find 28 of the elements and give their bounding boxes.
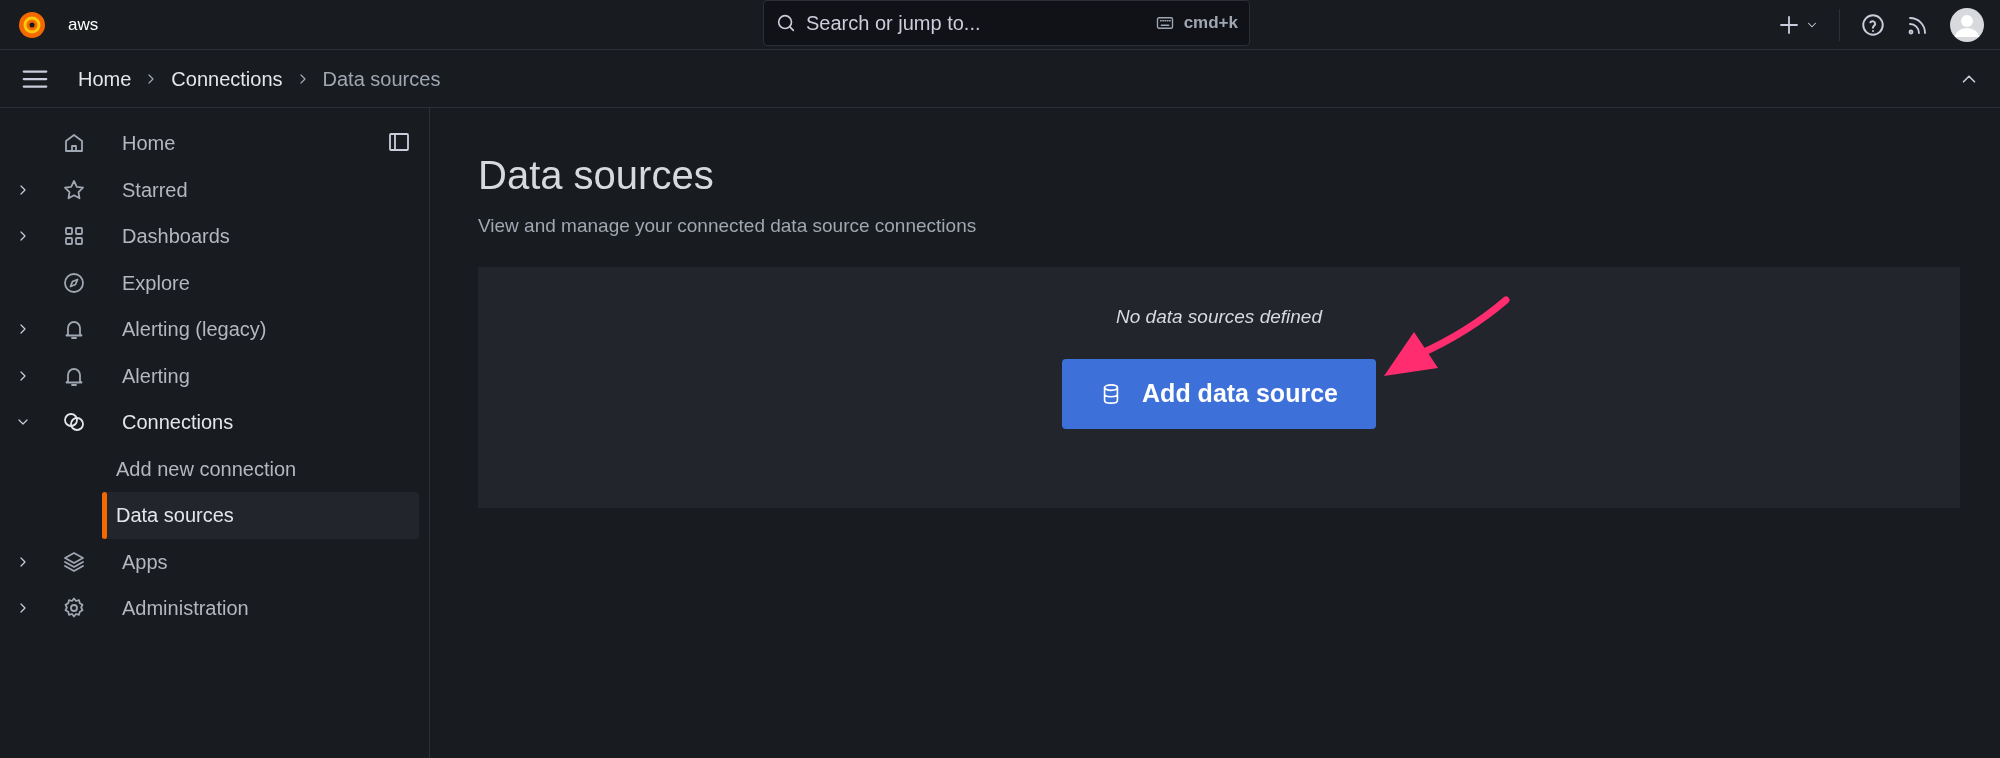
breadcrumb-link[interactable]: Connections (171, 63, 283, 94)
layers-icon (62, 549, 86, 574)
nav-subitem[interactable]: Data sources (102, 492, 419, 539)
nav-item[interactable]: Dashboards (122, 221, 230, 252)
page-title: Data sources (478, 152, 715, 199)
shortcut-hint: cmd+k (1183, 12, 1238, 35)
active-indicator (102, 492, 107, 539)
compass-icon (62, 270, 86, 295)
empty-message: No data sources defined (1116, 304, 1322, 329)
page-subtitle: View and manage your connected data source connections (478, 214, 978, 238)
breadcrumb-link[interactable]: Data sources (322, 63, 441, 94)
nav-subitem[interactable]: Add new connection (102, 445, 419, 492)
nav-item[interactable]: Starred (122, 174, 188, 205)
nav-item[interactable]: Home (122, 128, 176, 159)
help-icon[interactable] (1860, 11, 1886, 38)
nav-item[interactable]: Administration (122, 593, 249, 624)
add-data-source-button[interactable]: Add data source (1062, 359, 1376, 429)
star-icon (62, 177, 86, 202)
nav-item[interactable]: Alerting (122, 360, 190, 391)
avatar-icon[interactable] (1950, 7, 1984, 42)
search-icon (775, 12, 797, 34)
breadcrumb-link[interactable]: Home (78, 63, 132, 94)
nav-item[interactable]: Alerting (legacy) (122, 314, 267, 345)
nav-item[interactable]: Apps (122, 546, 168, 577)
nav-item[interactable]: Explore (122, 267, 190, 298)
nav-item[interactable]: Connections (122, 407, 234, 438)
dock-icon[interactable] (387, 130, 411, 154)
brand-logo: aws (68, 13, 99, 36)
